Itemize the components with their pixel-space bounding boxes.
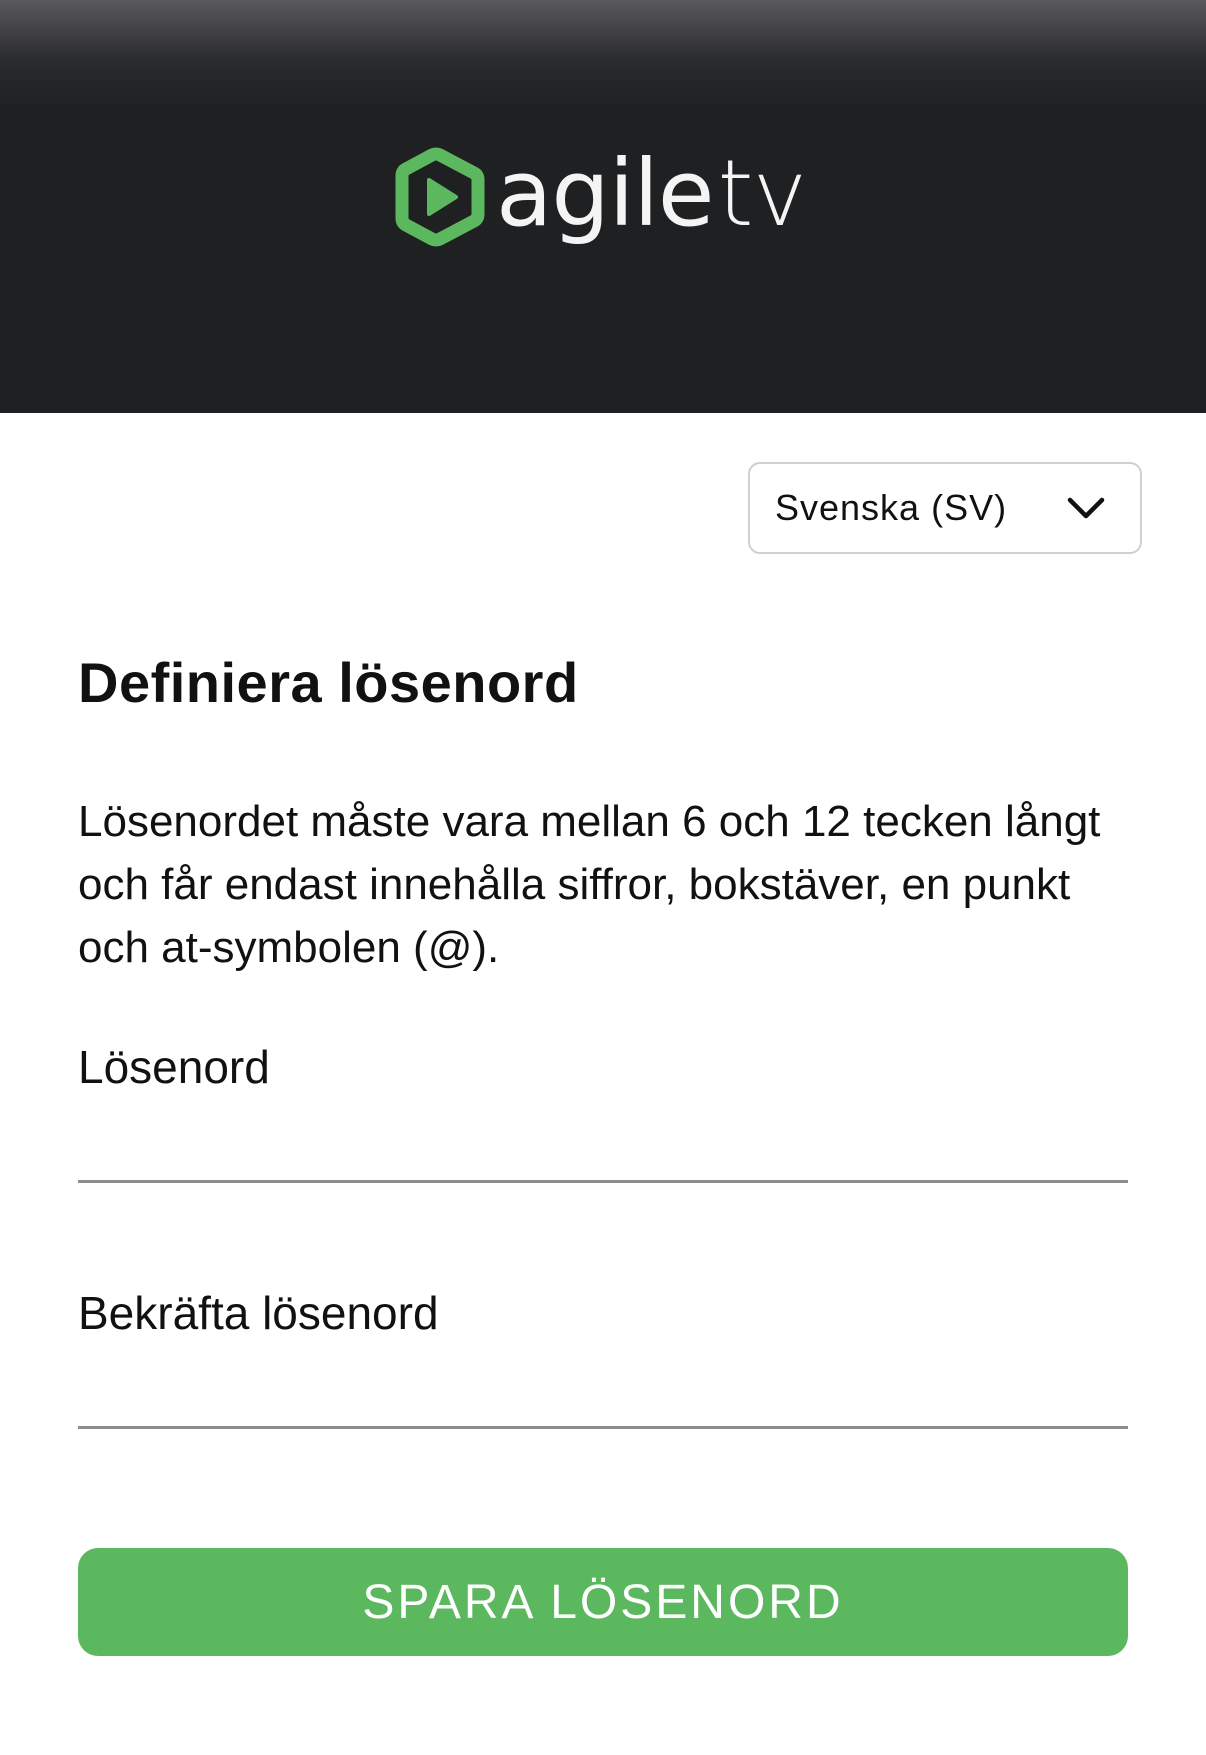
logo-wordmark: agiletv <box>496 148 807 240</box>
logo-wordmark-agile: agile <box>496 140 714 247</box>
password-input[interactable] <box>78 1120 1128 1183</box>
confirm-password-label: Bekräfta lösenord <box>78 1287 439 1339</box>
language-selector[interactable]: Svenska (SV) <box>748 462 1142 554</box>
language-selected-label: Svenska (SV) <box>775 487 1008 528</box>
logo-wordmark-tv: tv <box>717 140 808 247</box>
app-header: agiletv <box>0 0 1206 413</box>
save-password-button[interactable]: SPARA LÖSENORD <box>78 1548 1128 1656</box>
agiletv-logo: agiletv <box>394 142 807 252</box>
confirm-password-input[interactable] <box>78 1366 1128 1429</box>
chevron-down-icon <box>1067 497 1105 519</box>
password-label: Lösenord <box>78 1041 270 1093</box>
play-hexagon-icon <box>395 147 485 247</box>
password-requirements-text: Lösenordet måste vara mellan 6 och 12 te… <box>78 797 1101 972</box>
page-title: Definiera lösenord <box>78 651 579 714</box>
